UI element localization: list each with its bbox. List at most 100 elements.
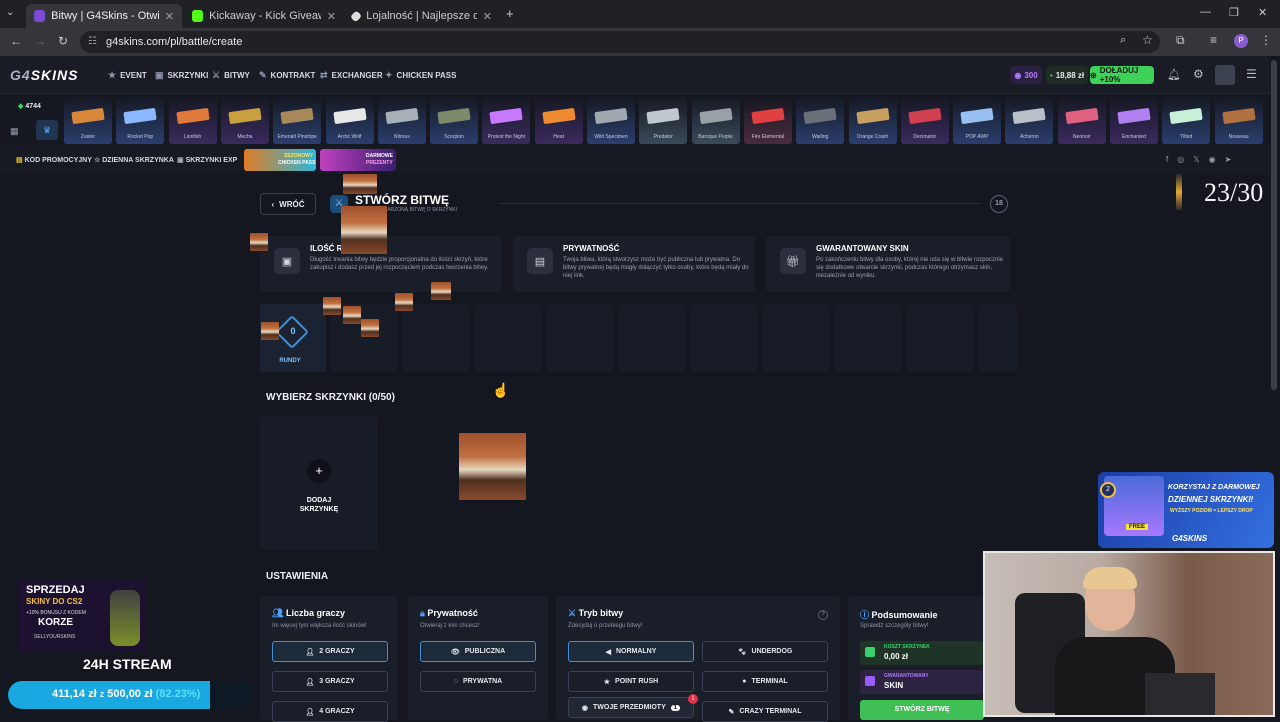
bookmark-star-icon[interactable]: ☆	[1142, 33, 1153, 47]
page-title: STWÓRZ BITWĘ	[355, 193, 449, 207]
close-tab-icon[interactable]: ✕	[165, 10, 174, 23]
back-button[interactable]: ‹ WRÓĆ	[260, 193, 316, 215]
point-rush-option[interactable]: ★ POINT RUSH	[568, 671, 694, 692]
drop-item[interactable]: Rocket Pop	[116, 96, 165, 144]
drop-item[interactable]: Arctic Wolf	[325, 96, 374, 144]
tab-bitwy[interactable]: Bitwy | G4Skins - Otwieraj skrzy ✕	[26, 4, 182, 28]
reading-list-icon[interactable]: ≡	[1210, 33, 1217, 47]
tab-search-icon[interactable]: ⌄	[6, 7, 14, 18]
item-name: Mecha	[237, 134, 253, 140]
ad-brand: SELLYOURSKINS	[34, 634, 76, 640]
tab-kickaway[interactable]: Kickaway - Kick Giveaway Tool ✕	[184, 4, 344, 28]
drop-item[interactable]: Heat	[534, 96, 583, 144]
bell-icon[interactable]: 🔔︎	[1167, 68, 1181, 81]
new-tab-icon[interactable]: +	[506, 6, 514, 21]
drop-item[interactable]: Wild Specimen	[587, 96, 635, 144]
user-avatar[interactable]	[1215, 65, 1235, 85]
players-2-option[interactable]: 👤︎ 2 GRACZY	[272, 641, 388, 662]
discord-icon[interactable]: ◉	[1209, 155, 1225, 164]
drop-item[interactable]: Nouveau	[1214, 96, 1263, 144]
site-info-icon[interactable]: ☷	[88, 31, 97, 53]
public-option[interactable]: 👁︎ PUBLICZNA	[420, 641, 536, 662]
tab-lojalnosc[interactable]: Lojalność | Najlepsze oprogram ✕	[344, 4, 500, 28]
drop-item[interactable]: Enchanted	[1110, 96, 1158, 144]
item-name: Protest the Night	[487, 134, 526, 140]
players-3-option[interactable]: 👤︎ 3 GRACZY	[272, 671, 388, 692]
cost-label: KOSZT SKRZYNEK	[884, 644, 930, 650]
drop-item[interactable]: Tilted	[1162, 96, 1211, 144]
weapon-skin-image	[385, 107, 419, 125]
drop-item[interactable]: Baroque Purple	[691, 96, 740, 144]
weapon-skin-image	[332, 107, 367, 125]
browser-menu-icon[interactable]: ⋮	[1260, 33, 1272, 47]
minimize-icon[interactable]: —	[1200, 6, 1211, 18]
site-logo[interactable]: G4SKINS	[10, 67, 78, 83]
drop-item[interactable]: Neonoir	[1057, 96, 1106, 144]
drop-item[interactable]: Fire Elemental	[743, 96, 792, 144]
info-icon[interactable]: ?	[818, 610, 828, 620]
drop-item[interactable]: Zaster	[64, 96, 112, 144]
drop-item[interactable]: Lionfish	[168, 96, 217, 144]
coins-badge[interactable]: ◉ 300	[1010, 66, 1042, 84]
exp-label: SKRZYNKI EXP	[185, 157, 238, 164]
grid-view-icon[interactable]: ▦	[10, 126, 19, 137]
drop-item[interactable]: Nitrous	[377, 96, 426, 144]
hamburger-menu-icon[interactable]: ☰	[1246, 67, 1257, 81]
drop-item[interactable]: Acheron	[1005, 96, 1054, 144]
nav-skrzynki[interactable]: ▣ SKRZYNKI	[155, 70, 208, 81]
close-window-icon[interactable]: ✕	[1258, 6, 1267, 19]
add-case-button[interactable]: + DODAJ SKRZYNKĘ	[260, 416, 378, 550]
extensions-icon[interactable]: ⧉	[1176, 33, 1185, 48]
create-battle-button[interactable]: STWÓRZ BITWĘ	[860, 700, 984, 720]
drop-item[interactable]: Predator	[639, 96, 688, 144]
close-tab-icon[interactable]: ✕	[483, 10, 492, 23]
url-input[interactable]: ☷ g4skins.com/pl/battle/create	[80, 31, 1160, 53]
profile-avatar[interactable]: P	[1234, 34, 1248, 48]
nav-event[interactable]: ★ EVENT	[108, 70, 147, 81]
drop-item[interactable]: Decimator	[900, 96, 949, 144]
zoom-icon[interactable]: ⌕	[1120, 34, 1126, 47]
topup-button[interactable]: ⊕ DOŁADUJ +10%	[1090, 66, 1154, 84]
nav-chicken-pass[interactable]: ✦ CHICKEN PASS	[385, 70, 456, 81]
settings-gear-icon[interactable]: ⚙	[1193, 67, 1204, 81]
daily-case-link[interactable]: ☆ DZIENNA SKRZYNKA	[94, 156, 174, 164]
x-twitter-icon[interactable]: 𝕏	[1193, 155, 1208, 164]
restore-icon[interactable]: ❐	[1229, 6, 1239, 19]
normal-mode-option[interactable]: ◀ NORMALNY	[568, 641, 694, 662]
telegram-icon[interactable]: ➤	[1225, 155, 1241, 164]
option-label: NORMALNY	[615, 648, 657, 655]
crown-icon[interactable]: ♛	[36, 120, 58, 140]
players-4-option[interactable]: 👤︎ 4 GRACZY	[272, 701, 388, 722]
drop-item[interactable]: Orange Crash	[848, 96, 897, 144]
instagram-icon[interactable]: ◎	[1177, 155, 1193, 164]
facebook-icon[interactable]: f	[1166, 155, 1177, 164]
nav-kontrakt[interactable]: ✎ KONTRAKT	[259, 70, 315, 81]
private-option[interactable]: ◌ PRYWATNA	[420, 671, 536, 692]
back-arrow-icon[interactable]: ←	[10, 34, 22, 48]
drop-item[interactable]: Emerald Pinstripe	[273, 96, 322, 144]
drop-item[interactable]: POP AWP	[953, 96, 1002, 144]
your-items-option[interactable]: ◉ TWOJE PRZEDMIOTY 1	[568, 697, 694, 718]
drop-item[interactable]: Scorpion	[430, 96, 479, 144]
ad-line: SPRZEDAJ	[26, 584, 85, 596]
nav-bitwy[interactable]: ⚔ BITWY	[212, 70, 250, 81]
close-tab-icon[interactable]: ✕	[327, 10, 336, 23]
free-gifts-banner[interactable]: DARMOWE PREZENTY	[320, 149, 396, 171]
forward-arrow-icon[interactable]: →	[34, 34, 46, 48]
nav-exchanger[interactable]: ⇄ EXCHANGER	[320, 70, 383, 81]
exp-cases-link[interactable]: ▣ SKRZYNKI EXP	[177, 156, 237, 164]
drop-item[interactable]: Mecha	[220, 96, 269, 144]
chicken-pass-banner[interactable]: SEZONOWY CHICKEN PASS	[244, 149, 316, 171]
drop-item[interactable]: Wailing	[796, 96, 845, 144]
page-scrollbar[interactable]	[1271, 60, 1277, 390]
crazy-terminal-option[interactable]: ✎ CRAZY TERMINAL	[702, 701, 828, 722]
promo-code-link[interactable]: ▤ KOD PROMOCYJNY	[16, 156, 92, 164]
card-text: Po zakończeniu bitwy dla osoby, której n…	[816, 257, 1003, 279]
balance-badge[interactable]: ▪ 18,88 zł	[1046, 66, 1088, 84]
drop-item[interactable]: Protest the Night	[482, 96, 531, 144]
underdog-mode-option[interactable]: 🐾︎ UNDERDOG	[702, 641, 828, 662]
reload-icon[interactable]: ↻	[58, 34, 68, 48]
goal-sep: z	[99, 689, 105, 699]
terminal-mode-option[interactable]: ● TERMINAL	[702, 671, 828, 692]
privacy-card: 🔒︎ Prywatność Otwieraj z kim chcesz! 👁︎ P…	[408, 596, 548, 720]
